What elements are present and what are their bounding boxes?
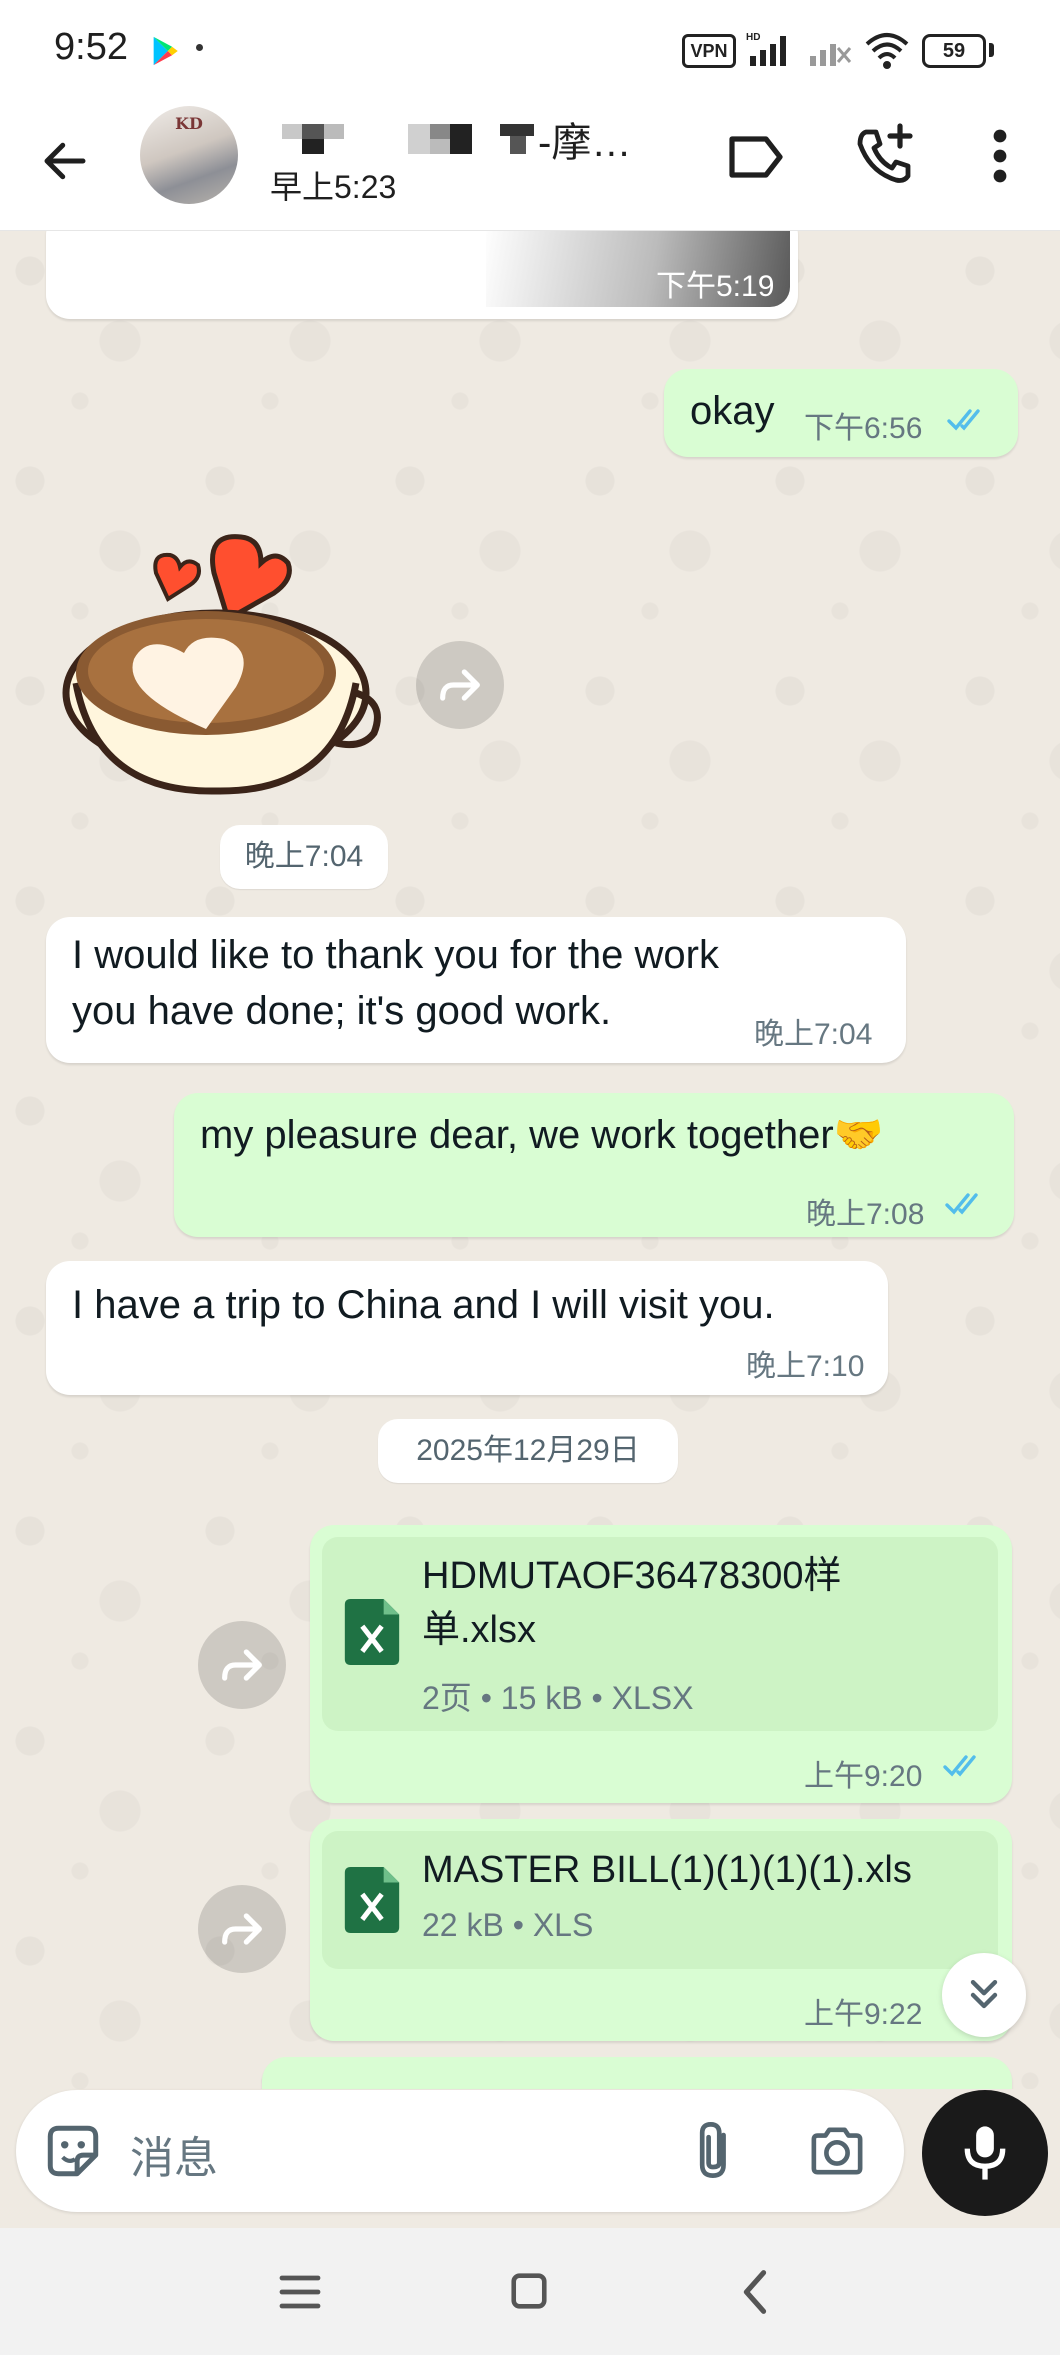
- forward-icon: [440, 669, 480, 701]
- read-ticks-icon: [947, 409, 980, 431]
- incoming-message-bubble[interactable]: I would like to thank you for the work y…: [46, 917, 906, 1063]
- status-time: 9:52: [54, 26, 128, 68]
- outgoing-message-bubble[interactable]: [262, 2057, 1012, 2089]
- signal-strength-icon: HD: [746, 32, 786, 66]
- message-text: I have a trip to China and I will visit …: [72, 1283, 775, 1327]
- message-time: 下午5:19: [656, 270, 775, 303]
- svg-text:HD: HD: [746, 32, 760, 43]
- excel-file-icon: [344, 1599, 400, 1665]
- contact-avatar[interactable]: KD: [140, 106, 238, 204]
- message-input[interactable]: 消息: [130, 2122, 218, 2186]
- wifi-icon: [865, 33, 909, 69]
- forward-button[interactable]: [198, 1885, 286, 1973]
- forward-button[interactable]: [416, 641, 504, 729]
- document-name: MASTER BILL(1)(1)(1)(1).xls: [422, 1849, 912, 1891]
- message-time: 晚上7:08: [806, 1198, 925, 1231]
- contact-name[interactable]: -摩…: [538, 110, 631, 168]
- double-chevron-down-icon: [970, 1979, 998, 2009]
- document-card[interactable]: HDMUTAOF36478300样 单.xlsx 2页 • 15 kB • XL…: [322, 1537, 998, 1731]
- battery-indicator: 59: [922, 34, 986, 68]
- microphone-icon: [964, 2126, 1006, 2180]
- battery-tip: [989, 43, 994, 57]
- more-vert-icon[interactable]: [980, 126, 1020, 186]
- back-arrow-icon[interactable]: [38, 134, 92, 188]
- document-message-bubble[interactable]: MASTER BILL(1)(1)(1)(1).xls 22 kB • XLS …: [310, 1819, 1012, 2041]
- message-text: okay: [690, 389, 775, 433]
- nav-back-icon[interactable]: [740, 2268, 770, 2316]
- message-text: my pleasure dear, we work together🤝: [200, 1113, 884, 1157]
- status-bar: 9:52 VPN HD 59: [0, 0, 1060, 96]
- signal-weak-icon: [810, 44, 852, 66]
- outgoing-message-bubble[interactable]: my pleasure dear, we work together🤝 晚上7:…: [174, 1093, 1014, 1237]
- label-icon[interactable]: [726, 130, 786, 184]
- camera-icon[interactable]: [808, 2124, 866, 2178]
- redacted-name-block: [282, 124, 344, 154]
- document-message-bubble[interactable]: HDMUTAOF36478300样 单.xlsx 2页 • 15 kB • XL…: [310, 1525, 1012, 1803]
- recent-apps-icon[interactable]: [278, 2272, 322, 2312]
- incoming-message-bubble[interactable]: I have a trip to China and I will visit …: [46, 1261, 888, 1395]
- coffee-heart-sticker[interactable]: [56, 493, 386, 799]
- document-name-line: HDMUTAOF36478300样: [422, 1555, 842, 1597]
- system-nav-bar: [0, 2228, 1060, 2355]
- document-name-line: 单.xlsx: [422, 1609, 537, 1651]
- sticker-emoji-icon[interactable]: [42, 2120, 104, 2182]
- read-ticks-icon: [943, 1755, 976, 1777]
- avatar-logo: KD: [175, 114, 203, 133]
- date-divider: 2025年12月29日: [378, 1419, 678, 1483]
- call-add-icon[interactable]: [854, 122, 914, 186]
- forward-icon: [222, 1649, 262, 1681]
- message-time: 上午9:22: [804, 1998, 923, 2031]
- voice-record-button[interactable]: [922, 2090, 1048, 2216]
- message-time: 上午9:20: [804, 1760, 923, 1793]
- sticker-time-chip: 晚上7:04: [220, 825, 388, 889]
- forward-button[interactable]: [198, 1621, 286, 1709]
- chat-header: KD -摩… 早上5:23: [0, 96, 1060, 231]
- attach-paperclip-icon[interactable]: [688, 2118, 742, 2182]
- excel-file-icon: [344, 1867, 400, 1933]
- message-input-bar[interactable]: 消息: [16, 2090, 904, 2212]
- outgoing-message-bubble[interactable]: okay 下午6:56: [664, 369, 1018, 457]
- document-meta: 22 kB • XLS: [422, 1907, 594, 1943]
- document-meta: 2页 • 15 kB • XLSX: [422, 1680, 694, 1716]
- message-time: 晚上7:04: [754, 1018, 873, 1051]
- redacted-name-block: [500, 124, 534, 154]
- notification-dot: [196, 44, 203, 51]
- forward-icon: [222, 1913, 262, 1945]
- chat-area[interactable]: 下午5:19 okay 下午6:56 晚上7:04 I would like t…: [0, 231, 1060, 2089]
- message-text-line: I would like to thank you for the work: [72, 933, 719, 977]
- redacted-name-block: [408, 124, 472, 154]
- message-time: 下午6:56: [804, 412, 923, 445]
- last-seen-text: 早上5:23: [270, 169, 397, 205]
- vpn-badge: VPN: [682, 34, 736, 68]
- message-text-line: you have done; it's good work.: [72, 989, 612, 1033]
- scroll-to-bottom-button[interactable]: [942, 1953, 1026, 2037]
- image-message-bubble[interactable]: 下午5:19: [46, 231, 798, 319]
- read-ticks-icon: [945, 1193, 978, 1215]
- message-time: 晚上7:10: [746, 1350, 865, 1383]
- play-store-icon: [153, 36, 178, 66]
- home-icon[interactable]: [508, 2270, 550, 2312]
- document-card[interactable]: MASTER BILL(1)(1)(1)(1).xls 22 kB • XLS: [322, 1831, 998, 1969]
